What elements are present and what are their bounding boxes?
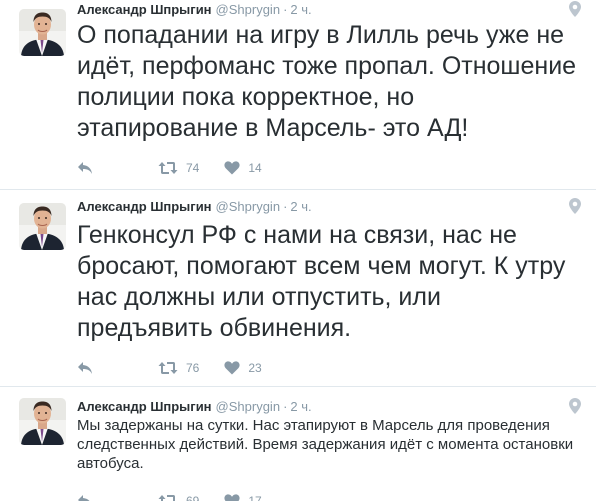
tweet-actions: 74 14 xyxy=(77,158,262,178)
retweet-count: 74 xyxy=(186,161,200,175)
retweet-button[interactable]: 69 xyxy=(158,494,199,501)
like-count: 23 xyxy=(248,361,262,375)
timestamp[interactable]: 2 ч. xyxy=(290,199,311,214)
heart-icon xyxy=(224,161,240,175)
like-button[interactable]: 14 xyxy=(224,161,262,175)
reply-icon[interactable] xyxy=(77,161,93,175)
tweet-actions: 69 17 xyxy=(77,491,262,501)
avatar[interactable] xyxy=(19,9,66,56)
author-name[interactable]: Александр Шпрыгин xyxy=(77,199,212,214)
heart-icon xyxy=(224,494,240,501)
retweet-button[interactable]: 76 xyxy=(158,361,199,375)
tweet[interactable]: Александр Шпрыгин @Shprygin · 2 ч. О попада… xyxy=(0,0,596,190)
retweet-icon xyxy=(158,494,178,501)
author-name[interactable]: Александр Шпрыгин xyxy=(77,2,212,17)
retweet-count: 69 xyxy=(186,494,200,501)
retweet-button[interactable]: 74 xyxy=(158,161,199,175)
retweet-count: 76 xyxy=(186,361,200,375)
author-handle[interactable]: @Shprygin xyxy=(216,2,281,17)
tweet-actions: 76 23 xyxy=(77,358,262,378)
retweet-icon xyxy=(158,161,178,175)
author-name[interactable]: Александр Шпрыгин xyxy=(77,399,212,414)
tweet-header: Александр Шпрыгин @Shprygin · 2 ч. xyxy=(77,398,312,416)
retweet-icon xyxy=(158,361,178,375)
location-pin-icon[interactable] xyxy=(569,198,581,214)
like-button[interactable]: 17 xyxy=(224,494,262,501)
location-pin-icon[interactable] xyxy=(569,398,581,414)
heart-icon xyxy=(224,361,240,375)
timestamp[interactable]: 2 ч. xyxy=(290,2,311,17)
separator: · xyxy=(283,399,288,414)
like-count: 17 xyxy=(248,494,262,501)
tweet-text: Мы задержаны на сутки. Нас этапируют в М… xyxy=(77,417,574,472)
tweet[interactable]: Александр Шпрыгин @Shprygin · 2 ч. Генконсу… xyxy=(0,191,596,387)
avatar[interactable] xyxy=(19,203,66,250)
like-count: 14 xyxy=(248,161,262,175)
reply-icon[interactable] xyxy=(77,361,93,375)
author-handle[interactable]: @Shprygin xyxy=(216,399,281,414)
reply-icon[interactable] xyxy=(77,494,93,501)
separator: · xyxy=(283,2,288,17)
separator: · xyxy=(283,199,288,214)
tweet[interactable]: Александр Шпрыгин @Shprygin · 2 ч. Мы задер… xyxy=(0,388,596,501)
tweet-header: Александр Шпрыгин @Shprygin · 2 ч. xyxy=(77,198,312,216)
tweet-text: О попадании на игру в Лилль речь уже не … xyxy=(77,21,577,142)
like-button[interactable]: 23 xyxy=(224,361,262,375)
tweet-header: Александр Шпрыгин @Shprygin · 2 ч. xyxy=(77,1,312,19)
avatar[interactable] xyxy=(19,398,66,445)
location-pin-icon[interactable] xyxy=(569,1,581,17)
tweet-text: Генконсул РФ с нами на связи, нас не бро… xyxy=(77,221,566,342)
timestamp[interactable]: 2 ч. xyxy=(290,399,311,414)
author-handle[interactable]: @Shprygin xyxy=(216,199,281,214)
